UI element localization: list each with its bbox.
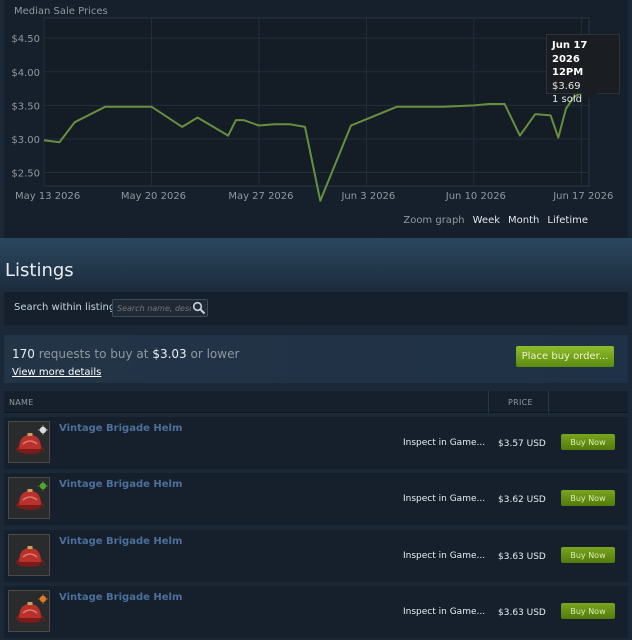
- column-divider: [548, 391, 549, 413]
- listing-row: Vintage Brigade Helm Inspect in Game... …: [4, 417, 628, 469]
- x-tick-label: May 27 2026: [228, 191, 293, 202]
- y-tick-label: $3.50: [11, 101, 40, 112]
- buy-now-button[interactable]: Buy Now: [561, 490, 615, 506]
- listing-price: $3.57 USD: [498, 439, 546, 449]
- buy-requests-suffix: or lower: [190, 347, 240, 361]
- x-tick-label: Jun 17 2026: [552, 191, 613, 202]
- y-tick-label: $3.00: [11, 135, 40, 146]
- listings-title: Listings: [5, 260, 74, 281]
- inspect-in-game-link[interactable]: Inspect in Game...: [403, 494, 485, 504]
- chart-tooltip: Jun 17 2026 12PM $3.69 1 sold: [546, 34, 620, 105]
- item-name-link[interactable]: Vintage Brigade Helm: [59, 536, 182, 547]
- zoom-lifetime-button[interactable]: Lifetime: [547, 215, 588, 226]
- y-tick-label: $4.50: [11, 34, 40, 45]
- buy-requests-count: 170: [12, 347, 35, 361]
- x-tick-label: May 13 2026: [15, 191, 80, 202]
- y-tick-label: $4.00: [11, 68, 40, 79]
- column-divider: [488, 391, 489, 413]
- item-thumbnail[interactable]: [8, 477, 50, 519]
- x-tick-label: Jun 10 2026: [445, 191, 506, 202]
- item-name-link[interactable]: Vintage Brigade Helm: [59, 592, 182, 603]
- zoom-label: Zoom graph: [403, 215, 465, 226]
- listing-price: $3.63 USD: [498, 552, 546, 562]
- search-label: Search within listings:: [14, 302, 124, 313]
- column-header-price: PRICE: [508, 398, 533, 407]
- listing-row: Vintage Brigade Helm Inspect in Game... …: [4, 473, 628, 525]
- tooltip-arrow: [582, 93, 598, 99]
- inspect-in-game-link[interactable]: Inspect in Game...: [403, 607, 485, 617]
- place-buy-order-button[interactable]: Place buy order...: [516, 346, 614, 367]
- listing-price: $3.62 USD: [498, 495, 546, 505]
- listing-price: $3.63 USD: [498, 608, 546, 618]
- x-tick-label: May 20 2026: [121, 191, 186, 202]
- zoom-bar: Zoom graph Week Month Lifetime: [403, 215, 588, 226]
- buy-requests-price: $3.03: [152, 347, 187, 361]
- helmet-icon: [16, 481, 48, 510]
- y-tick-label: $2.50: [11, 169, 40, 180]
- helmet-icon: [16, 594, 48, 623]
- x-tick-label: Jun 3 2026: [340, 191, 395, 202]
- inspect-in-game-link[interactable]: Inspect in Game...: [403, 551, 485, 561]
- buy-requests-summary: 170 requests to buy at $3.03 or lower: [12, 347, 239, 361]
- item-thumbnail[interactable]: [8, 590, 50, 632]
- buy-requests-text: requests to buy at: [38, 347, 149, 361]
- item-thumbnail[interactable]: [8, 534, 50, 576]
- price-history-chart: Median Sale Prices $2.50 $3.00 $3.50 $4.00 $…: [4, 0, 628, 238]
- item-name-link[interactable]: Vintage Brigade Helm: [59, 479, 182, 490]
- buy-now-button[interactable]: Buy Now: [561, 434, 615, 450]
- buy-now-button[interactable]: Buy Now: [561, 603, 615, 619]
- buy-now-button[interactable]: Buy Now: [561, 547, 615, 563]
- helmet-icon: [16, 425, 48, 454]
- zoom-month-button[interactable]: Month: [508, 215, 539, 226]
- listings-table-header: NAME PRICE: [4, 391, 628, 413]
- item-name-link[interactable]: Vintage Brigade Helm: [59, 423, 182, 434]
- view-more-details-link[interactable]: View more details: [12, 367, 101, 378]
- tooltip-price: $3.69: [552, 80, 581, 92]
- buy-order-box: 170 requests to buy at $3.03 or lower Vi…: [4, 335, 628, 383]
- listing-row: Vintage Brigade Helm Inspect in Game... …: [4, 530, 628, 582]
- listing-search-bar: Search within listings:: [4, 292, 628, 325]
- column-header-name: NAME: [9, 398, 34, 407]
- plot-area: [43, 17, 590, 187]
- inspect-in-game-link[interactable]: Inspect in Game...: [403, 438, 485, 448]
- zoom-week-button[interactable]: Week: [473, 215, 500, 226]
- search-icon[interactable]: [192, 301, 206, 315]
- helmet-icon: [16, 546, 46, 567]
- chart-svg: $2.50 $3.00 $3.50 $4.00 $4.50 May 13 2026 May …: [11, 17, 613, 202]
- tooltip-date: Jun 17 2026: [552, 40, 588, 65]
- listing-row: Vintage Brigade Helm Inspect in Game... …: [4, 586, 628, 638]
- item-thumbnail[interactable]: [8, 421, 50, 463]
- tooltip-time: 12PM: [552, 67, 584, 78]
